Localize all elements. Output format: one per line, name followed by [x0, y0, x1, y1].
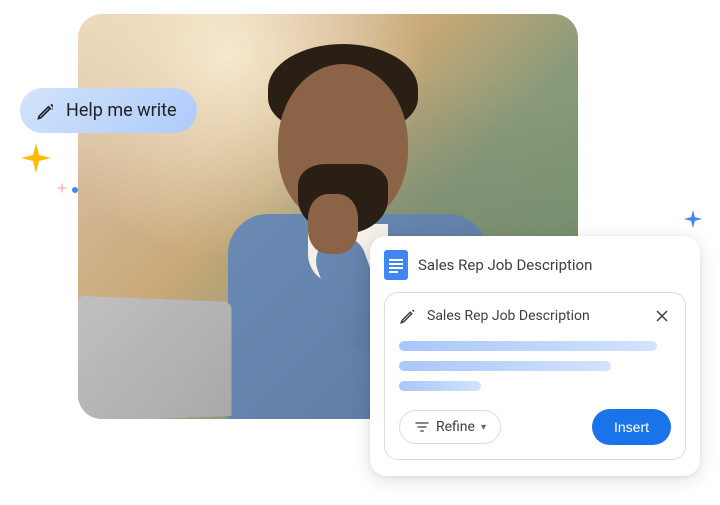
laptop-illustration: [78, 296, 231, 419]
insert-button[interactable]: Insert: [592, 409, 671, 445]
sparkle-orange-icon: [18, 140, 54, 176]
content-line: [399, 341, 657, 351]
google-docs-icon: [384, 250, 408, 280]
actions-row: Refine ▾ Insert: [399, 409, 671, 445]
prompt-input[interactable]: Sales Rep Job Description: [427, 308, 643, 324]
help-me-write-label: Help me write: [66, 100, 177, 121]
refine-label: Refine: [436, 419, 475, 435]
content-line: [399, 361, 611, 371]
help-me-write-pill[interactable]: Help me write: [20, 88, 197, 133]
filter-icon: [414, 419, 430, 435]
dot-blue-icon: [72, 187, 78, 193]
close-icon[interactable]: [653, 307, 671, 325]
ai-prompt-panel: Sales Rep Job Description Refine ▾ Inser…: [384, 292, 686, 460]
content-line: [399, 381, 481, 391]
pencil-sparkle-icon: [36, 101, 56, 121]
sparkle-blue-icon: [682, 208, 704, 230]
card-header: Sales Rep Job Description: [384, 250, 686, 280]
prompt-row: Sales Rep Job Description: [399, 307, 671, 325]
generated-content-placeholder: [399, 341, 671, 391]
chevron-down-icon: ▾: [481, 422, 486, 433]
pencil-sparkle-icon: [399, 307, 417, 325]
sparkle-pink-icon: [55, 180, 69, 194]
card-title: Sales Rep Job Description: [418, 256, 592, 274]
document-card: Sales Rep Job Description Sales Rep Job …: [370, 236, 700, 476]
refine-button[interactable]: Refine ▾: [399, 410, 501, 444]
